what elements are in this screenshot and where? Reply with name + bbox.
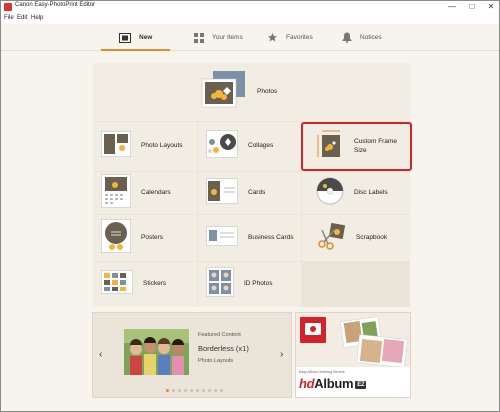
tile-photos-label: Photos (257, 87, 278, 95)
tile-posters[interactable]: Posters (93, 215, 197, 261)
tile-photo-layouts-label: Photo Layouts (141, 142, 183, 150)
carousel-page-dot[interactable] (190, 389, 193, 392)
promo-image (296, 313, 410, 368)
tile-collages-label: Collages (248, 142, 274, 150)
tile-collages[interactable]: Collages (198, 122, 301, 171)
tab-your-items-label: Your Items (212, 34, 243, 41)
tab-notices[interactable]: Notices (342, 24, 382, 51)
tile-disc-labels[interactable]: Disc Labels (302, 172, 410, 214)
menu-edit[interactable]: Edit (17, 15, 27, 21)
carousel-next-button[interactable]: › (280, 349, 283, 360)
carousel-page-dot[interactable] (202, 389, 205, 392)
app-window: Canon Easy-PhotoPrint Editor — □ ✕ File … (0, 0, 500, 412)
carousel-prev-button[interactable]: ‹ (99, 349, 102, 360)
minimize-button[interactable]: — (445, 1, 459, 13)
calendars-icon (101, 173, 131, 213)
tab-notices-label: Notices (360, 34, 382, 41)
window-title: Canon Easy-PhotoPrint Editor (15, 2, 96, 8)
tile-id-photos[interactable]: ID Photos (198, 262, 301, 307)
cards-icon (206, 177, 238, 209)
bell-icon (342, 32, 352, 43)
tab-favorites[interactable]: Favorites (267, 24, 313, 51)
promo-brand: hdAlbum EZ (299, 376, 367, 391)
business-cards-icon (206, 225, 238, 251)
tile-photos[interactable]: Photos (93, 63, 410, 121)
grid-icon (194, 32, 204, 43)
posters-icon (101, 218, 131, 258)
promo-service-text: Easy Album Ordering Service (299, 370, 345, 374)
featured-subtitle: Photo Layouts (198, 358, 234, 364)
photos-icon (199, 69, 247, 116)
tile-stickers-label: Stickers (143, 280, 167, 288)
hdalbum-promo-banner[interactable]: Easy Album Ordering Service hdAlbum EZ (295, 312, 411, 398)
maximize-button[interactable]: □ (465, 1, 479, 13)
tile-calendars[interactable]: Calendars (93, 172, 197, 214)
tile-cards-label: Cards (248, 188, 266, 196)
tile-scrapbook-label: Scrapbook (356, 233, 388, 241)
id-photos-icon (206, 267, 234, 302)
tile-photo-layouts[interactable]: Photo Layouts (93, 122, 197, 171)
menu-file[interactable]: File (4, 15, 14, 21)
star-icon (267, 32, 278, 43)
carousel-page-dot[interactable] (208, 389, 211, 392)
disc-labels-icon (316, 177, 344, 210)
tile-scrapbook[interactable]: Scrapbook (302, 215, 410, 261)
menu-help[interactable]: Help (31, 15, 43, 21)
carousel-page-dot[interactable] (220, 389, 223, 392)
close-button[interactable]: ✕ (484, 1, 498, 13)
tile-calendars-label: Calendars (141, 188, 171, 196)
tab-new[interactable]: New (100, 24, 171, 51)
featured-carousel: ‹ Featured Content Borderless (x1) Photo… (92, 312, 292, 398)
tile-business-cards[interactable]: Business Cards (198, 215, 301, 261)
new-document-icon (119, 32, 131, 43)
tile-posters-label: Posters (141, 233, 164, 241)
tab-favorites-label: Favorites (286, 34, 313, 41)
tile-cards[interactable]: Cards (198, 172, 301, 214)
carousel-page-dot[interactable] (178, 389, 181, 392)
menu-bar: File Edit Help (1, 14, 499, 24)
tile-disc-labels-label: Disc Labels (354, 188, 388, 196)
carousel-page-dot[interactable] (184, 389, 187, 392)
tile-stickers[interactable]: Stickers (93, 262, 197, 307)
carousel-page-dot[interactable] (196, 389, 199, 392)
title-bar: Canon Easy-PhotoPrint Editor — □ ✕ (1, 1, 499, 14)
tile-business-cards-label: Business Cards (248, 233, 294, 241)
main-tabs: New Your Items Favorites Notices (1, 24, 499, 51)
carousel-page-indicator (166, 389, 223, 392)
featured-caption: Featured Content (198, 332, 241, 338)
carousel-page-dot[interactable] (166, 389, 169, 392)
collages-icon (206, 130, 238, 163)
tile-id-photos-label: ID Photos (244, 280, 273, 288)
tab-your-items[interactable]: Your Items (194, 24, 243, 51)
featured-photo[interactable] (124, 329, 189, 380)
selected-tile-highlight (301, 122, 412, 171)
photo-layouts-icon (101, 131, 131, 162)
tab-new-label: New (139, 34, 153, 41)
scrapbook-icon (316, 222, 346, 255)
app-logo-icon (4, 3, 12, 11)
featured-title[interactable]: Borderless (x1) (198, 344, 249, 353)
carousel-page-dot[interactable] (214, 389, 217, 392)
stickers-icon (101, 270, 133, 299)
carousel-page-dot[interactable] (172, 389, 175, 392)
